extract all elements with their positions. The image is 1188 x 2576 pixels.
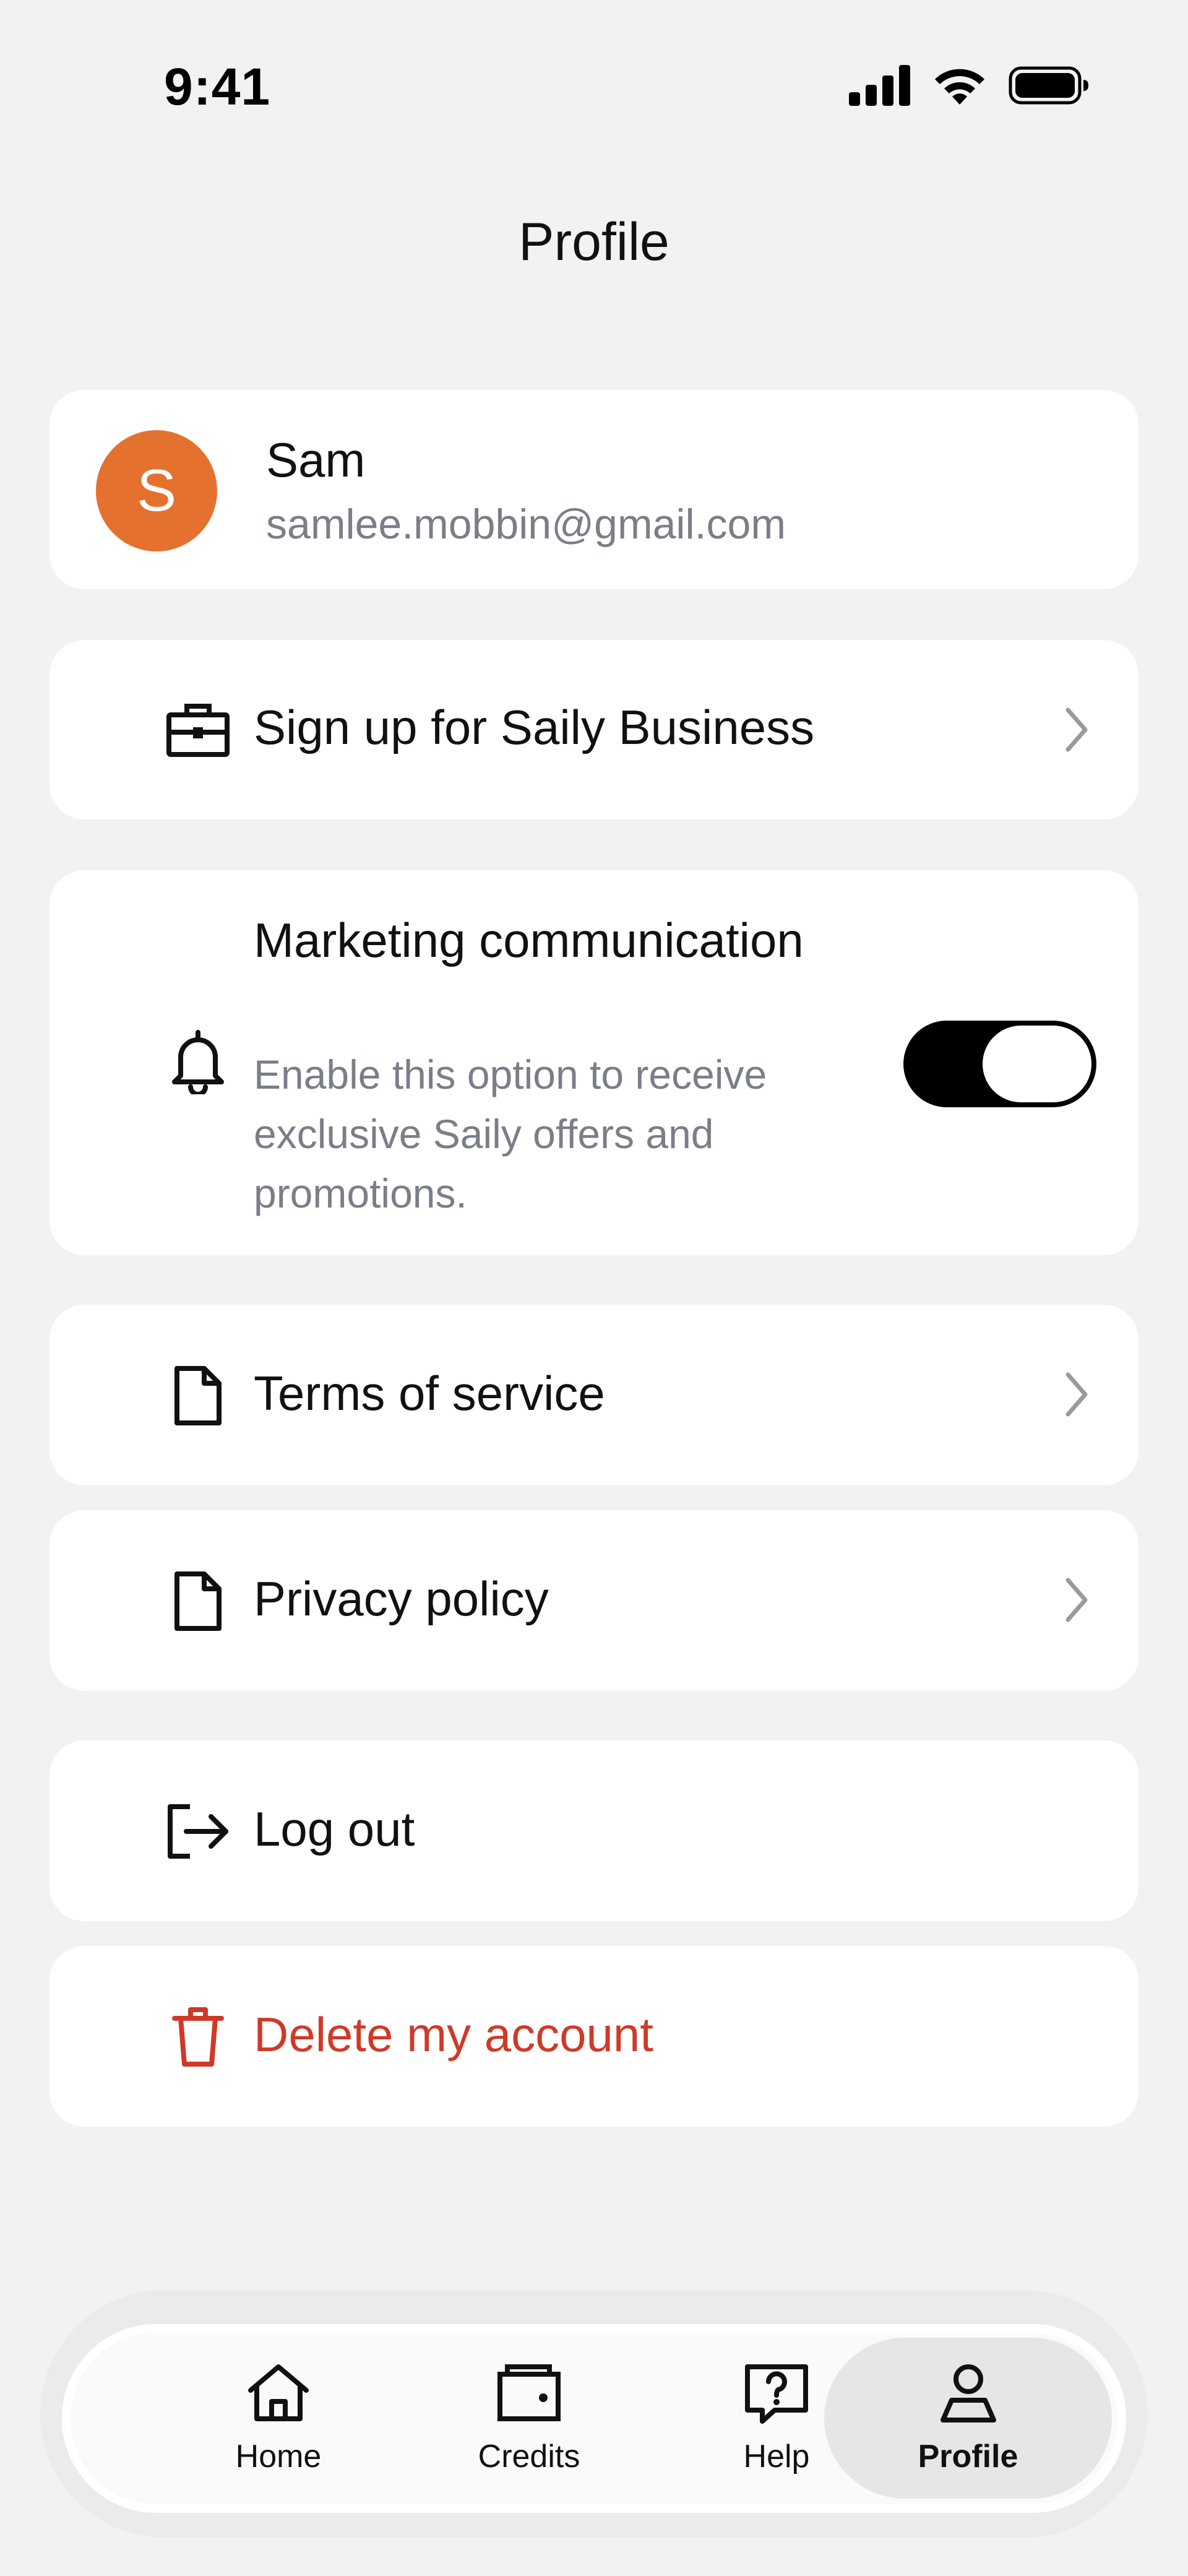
logout-icon	[164, 1797, 232, 1865]
status-bar: 9:41	[0, 0, 1188, 136]
document-icon	[164, 1567, 232, 1635]
status-time: 9:41	[164, 58, 271, 116]
page-title: Profile	[519, 212, 669, 272]
tab-credits-label: Credits	[478, 2439, 580, 2474]
home-icon	[244, 2362, 312, 2427]
trash-icon	[164, 2003, 232, 2071]
briefcase-icon	[164, 696, 232, 764]
profile-name: Sam	[266, 433, 366, 487]
avatar-initial: S	[136, 457, 177, 524]
logout-label: Log out	[254, 1802, 415, 1856]
bell-icon	[164, 1028, 232, 1096]
terms-of-service-label: Terms of service	[254, 1366, 605, 1420]
cellular-signal-icon	[849, 65, 911, 109]
profile-card[interactable]: S Sam samlee.mobbin@gmail.com	[50, 390, 1138, 589]
battery-icon	[1009, 66, 1089, 108]
profile-email: samlee.mobbin@gmail.com	[266, 501, 786, 548]
privacy-policy-label: Privacy policy	[254, 1571, 549, 1626]
marketing-description: Enable this option to receive exclusive …	[254, 1052, 767, 1216]
tab-home-label: Home	[235, 2439, 322, 2474]
wallet-icon	[495, 2362, 563, 2427]
document-icon	[164, 1362, 232, 1430]
tab-bar: Home Credits Help Profile	[62, 2324, 1126, 2513]
delete-account-label: Delete my account	[254, 2007, 653, 2062]
tab-help-label: Help	[743, 2439, 810, 2474]
terms-of-service-row[interactable]: Terms of service	[50, 1305, 1138, 1485]
privacy-policy-row[interactable]: Privacy policy	[50, 1510, 1138, 1691]
marketing-communication-row: Marketing communication Enable this opti…	[50, 870, 1138, 1255]
status-icons	[849, 65, 1089, 109]
toggle-knob	[983, 1026, 1091, 1102]
avatar: S	[96, 430, 217, 551]
chevron-right-icon	[1058, 1367, 1095, 1422]
logout-row[interactable]: Log out	[50, 1740, 1138, 1921]
wifi-icon	[932, 65, 988, 109]
tab-credits[interactable]: Credits	[418, 2324, 640, 2513]
help-icon	[742, 2362, 811, 2427]
person-icon	[934, 2362, 1002, 2427]
delete-account-row[interactable]: Delete my account	[50, 1946, 1138, 2127]
marketing-title: Marketing communication	[254, 913, 804, 967]
tab-home[interactable]: Home	[167, 2324, 390, 2513]
tab-profile[interactable]: Profile	[824, 2338, 1112, 2499]
chevron-right-icon	[1058, 702, 1095, 758]
chevron-right-icon	[1058, 1572, 1095, 1628]
marketing-toggle[interactable]	[903, 1021, 1096, 1107]
tab-profile-label: Profile	[918, 2438, 1018, 2474]
business-signup-label: Sign up for Saily Business	[254, 700, 815, 754]
business-signup-row[interactable]: Sign up for Saily Business	[50, 640, 1138, 819]
